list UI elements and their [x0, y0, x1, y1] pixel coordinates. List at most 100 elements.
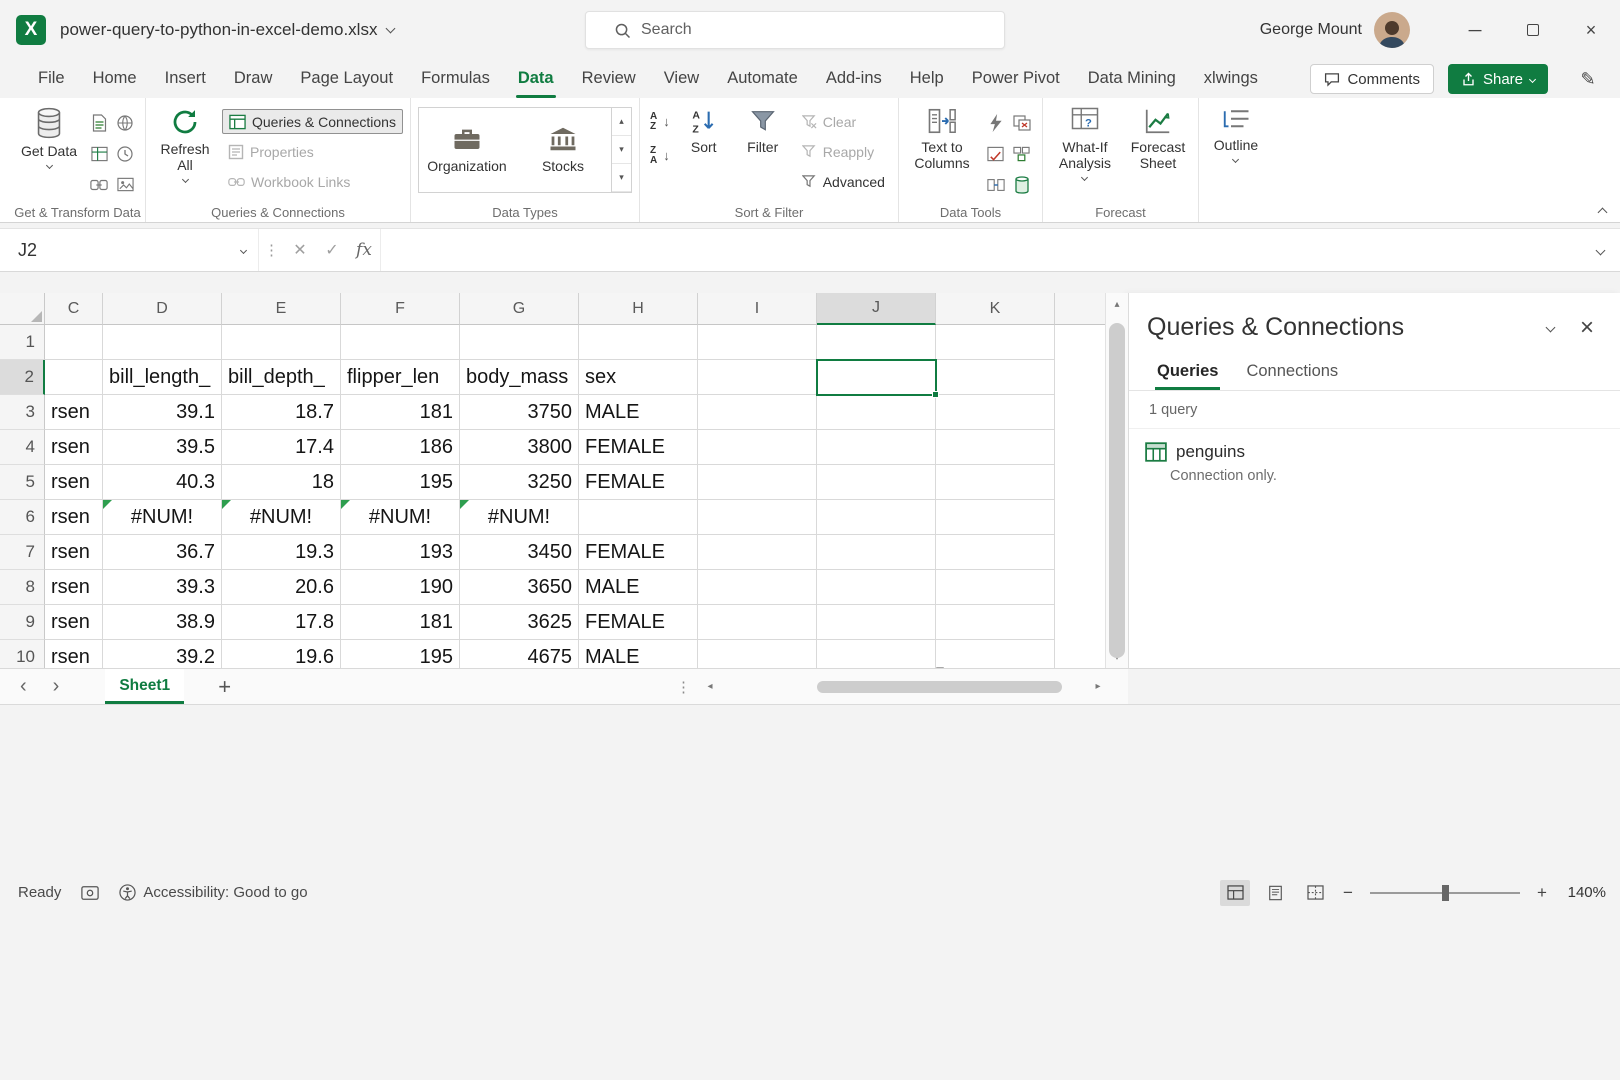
cell-K10[interactable] [936, 640, 1055, 668]
cell-I2[interactable] [698, 360, 817, 395]
tab-power-pivot[interactable]: Power Pivot [958, 60, 1074, 98]
cell-C6[interactable]: rsen [45, 500, 103, 535]
cell-G5[interactable]: 3250 [460, 465, 579, 500]
cell-K9[interactable] [936, 605, 1055, 640]
tab-formulas[interactable]: Formulas [407, 60, 504, 98]
col-header-F[interactable]: F [341, 293, 460, 325]
tab-data[interactable]: Data [504, 60, 568, 98]
tab-home[interactable]: Home [79, 60, 151, 98]
row-header-3[interactable]: 3 [0, 395, 45, 430]
macro-record-icon[interactable] [81, 885, 99, 901]
cell-K2[interactable] [936, 360, 1055, 395]
formula-input[interactable] [380, 229, 1580, 271]
new-sheet-button[interactable]: + [218, 674, 231, 700]
forecast-sheet-button[interactable]: Forecast Sheet [1125, 103, 1191, 171]
cell-J4[interactable] [817, 430, 936, 465]
row-header-1[interactable]: 1 [0, 325, 45, 360]
cell-F8[interactable]: 190 [341, 570, 460, 605]
cell-G6[interactable]: #NUM! [460, 500, 579, 535]
cell-H10[interactable]: MALE [579, 640, 698, 668]
cell-H7[interactable]: FEMALE [579, 535, 698, 570]
cell-C10[interactable]: rsen [45, 640, 103, 668]
cell-E8[interactable]: 20.6 [222, 570, 341, 605]
cell-I6[interactable] [698, 500, 817, 535]
vertical-scroll-thumb[interactable] [1109, 323, 1125, 658]
cell-E6[interactable]: #NUM! [222, 500, 341, 535]
accessibility-icon[interactable] [119, 884, 136, 901]
cell-D7[interactable]: 36.7 [103, 535, 222, 570]
recent-sources-icon[interactable] [114, 143, 136, 165]
tab-connections[interactable]: Connections [1236, 354, 1348, 390]
cell-D4[interactable]: 39.5 [103, 430, 222, 465]
stocks-data-type[interactable]: Stocks [515, 108, 611, 192]
scroll-left-button[interactable]: ◂ [702, 681, 718, 692]
cell-J3[interactable] [817, 395, 936, 430]
tab-data-mining[interactable]: Data Mining [1074, 60, 1190, 98]
flash-fill-icon[interactable] [985, 112, 1007, 134]
cell-G4[interactable]: 3800 [460, 430, 579, 465]
close-button[interactable]: × [1562, 0, 1620, 60]
cell-F10[interactable]: 195 [341, 640, 460, 668]
cell-E10[interactable]: 19.6 [222, 640, 341, 668]
cell-K1[interactable] [936, 325, 1055, 360]
confirm-entry-button[interactable]: ✓ [316, 229, 348, 271]
prev-sheet-button[interactable]: ‹ [20, 675, 27, 698]
cell-F9[interactable]: 181 [341, 605, 460, 640]
minimize-button[interactable]: ─ [1446, 0, 1504, 60]
zoom-out-button[interactable]: − [1340, 883, 1356, 903]
comments-button[interactable]: Comments [1310, 64, 1434, 94]
cell-J10[interactable] [817, 640, 936, 668]
zoom-slider-thumb[interactable] [1442, 885, 1449, 901]
from-web-icon[interactable] [114, 112, 136, 134]
row-header-6[interactable]: 6 [0, 500, 45, 535]
tab-queries[interactable]: Queries [1147, 354, 1228, 390]
cell-I8[interactable] [698, 570, 817, 605]
scroll-up-button[interactable]: ▴ [1106, 293, 1128, 315]
cell-I4[interactable] [698, 430, 817, 465]
row-header-10[interactable]: 10 [0, 640, 45, 668]
page-break-preview-button[interactable] [1300, 880, 1330, 906]
row-header-2[interactable]: 2 [0, 360, 45, 395]
zoom-slider[interactable] [1370, 892, 1520, 894]
cell-K4[interactable] [936, 430, 1055, 465]
cell-K8[interactable] [936, 570, 1055, 605]
row-header-7[interactable]: 7 [0, 535, 45, 570]
tab-help[interactable]: Help [896, 60, 958, 98]
remove-duplicates-icon[interactable] [1011, 112, 1033, 134]
page-layout-view-button[interactable] [1260, 880, 1290, 906]
formula-bar-splitter[interactable]: ⋮ [258, 229, 284, 271]
cell-E2[interactable]: bill_depth_ [222, 360, 341, 395]
horizontal-scroll-track[interactable] [722, 681, 1086, 693]
cell-K5[interactable] [936, 465, 1055, 500]
queries-connections-toggle[interactable]: Queries & Connections [222, 109, 403, 134]
cell-E5[interactable]: 18 [222, 465, 341, 500]
workbook-title[interactable]: power-query-to-python-in-excel-demo.xlsx [60, 20, 377, 40]
properties-button[interactable]: Properties [222, 139, 403, 164]
query-list-item[interactable]: penguins [1129, 429, 1620, 466]
tab-page-layout[interactable]: Page Layout [286, 60, 407, 98]
name-box-dropdown-icon[interactable] [240, 246, 247, 253]
cell-D6[interactable]: #NUM! [103, 500, 222, 535]
col-header-J[interactable]: J [817, 293, 936, 325]
collapse-ribbon-icon[interactable] [1598, 208, 1608, 218]
cell-G1[interactable] [460, 325, 579, 360]
cell-I7[interactable] [698, 535, 817, 570]
reapply-filter-button[interactable]: Reapply [796, 139, 891, 164]
cell-F3[interactable]: 181 [341, 395, 460, 430]
accessibility-status[interactable]: Accessibility: Good to go [143, 884, 307, 901]
cell-J1[interactable] [817, 325, 936, 360]
cell-E1[interactable] [222, 325, 341, 360]
tab-view[interactable]: View [650, 60, 713, 98]
share-button[interactable]: Share [1448, 64, 1548, 94]
cell-K7[interactable] [936, 535, 1055, 570]
expand-formula-bar-icon[interactable] [1580, 229, 1620, 271]
gallery-up-button[interactable]: ▴ [612, 108, 631, 136]
cell-C1[interactable] [45, 325, 103, 360]
tab-draw[interactable]: Draw [220, 60, 287, 98]
horizontal-scroll-thumb[interactable] [817, 681, 1062, 693]
manage-data-model-icon[interactable] [1011, 174, 1033, 196]
cell-E9[interactable]: 17.8 [222, 605, 341, 640]
insert-function-button[interactable]: fx [348, 229, 380, 271]
col-header-E[interactable]: E [222, 293, 341, 325]
normal-view-button[interactable] [1220, 880, 1250, 906]
